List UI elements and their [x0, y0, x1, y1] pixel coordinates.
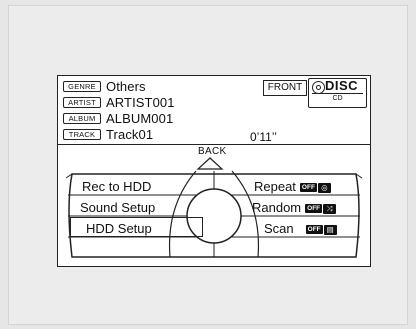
menu-item-random[interactable]: Random OFF ⤨ [252, 200, 337, 215]
menu-item-hdd-setup[interactable]: HDD Setup [86, 221, 152, 236]
back-label[interactable]: BACK [198, 146, 226, 157]
random-off-badge: OFF [305, 204, 323, 214]
random-label: Random [252, 200, 302, 215]
audio-display-screen: GENRE Others ARTIST ARTIST001 ALBUM ALBU… [57, 75, 371, 267]
menu-item-repeat[interactable]: Repeat OFF ◎ [254, 179, 331, 194]
scan-off-badge: OFF [305, 225, 323, 235]
menu-item-rec-to-hdd[interactable]: Rec to HDD [82, 179, 151, 194]
repeat-icon: ◎ [317, 182, 331, 193]
repeat-label: Repeat [254, 179, 296, 194]
menu-item-sound-setup[interactable]: Sound Setup [80, 200, 155, 215]
scan-label: Scan [264, 221, 294, 236]
shuffle-icon: ⤨ [323, 203, 337, 214]
repeat-off-badge: OFF [299, 183, 317, 193]
menu-item-scan[interactable]: Scan OFF ▤ [264, 221, 337, 236]
back-arrow-icon[interactable] [196, 157, 224, 170]
menu-dial-graphic [65, 157, 363, 258]
scan-icon: ▤ [323, 224, 337, 235]
